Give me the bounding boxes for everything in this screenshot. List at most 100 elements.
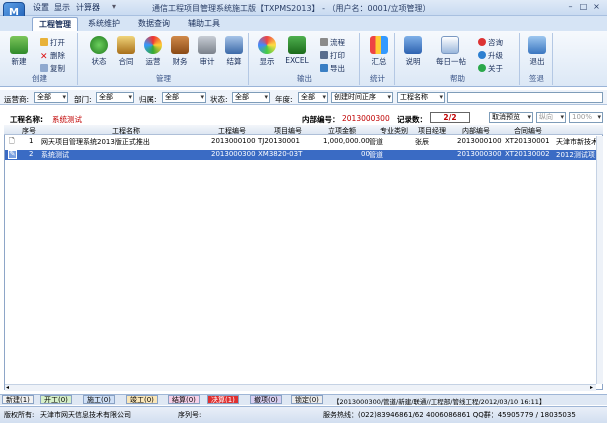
export-button[interactable]: 导出 [320, 63, 345, 74]
project-table [4, 125, 603, 390]
about-info-icon [478, 64, 486, 72]
service-hotline: 服务热线：(022)83946861/62 4006086861 QQ群：459… [323, 411, 576, 419]
status-tab-withdraw[interactable]: 撤项(0) [250, 395, 282, 404]
maximize-button[interactable]: □ [578, 2, 589, 13]
about-button[interactable]: 关于 [478, 63, 503, 74]
contract-button[interactable]: 合同 [115, 36, 137, 67]
status-tab-start[interactable]: 开工(0) [40, 395, 72, 404]
horizontal-scrollbar[interactable] [5, 384, 596, 391]
col-no[interactable]: 序号 [22, 126, 36, 136]
table-row[interactable]: 🗋 1 网天项目管理系统2013版正式推出 2013000100 TJ20130… [5, 137, 602, 147]
dropdown-arrow-icon[interactable]: ▾ [112, 2, 116, 11]
status-tab-new[interactable]: 新建(1) [2, 395, 34, 404]
summary-button[interactable]: 汇总 [368, 36, 390, 67]
col-name[interactable]: 工程名称 [112, 126, 140, 136]
operation-button[interactable]: 运营 [142, 36, 164, 67]
dept-select[interactable]: 全部 [96, 92, 134, 103]
row-name: 系统测试 [41, 151, 69, 159]
daily-tip-button[interactable]: 每日一帖 [436, 36, 466, 67]
col-internal[interactable]: 内部编号 [462, 126, 490, 136]
upgrade-icon [478, 51, 486, 59]
col-contract[interactable]: 合同编号 [514, 126, 542, 136]
row-amount: 1,000,000.00 [323, 137, 370, 145]
settle-calculator-icon [225, 36, 243, 54]
quick-calculator-button[interactable]: 计算器 [76, 2, 100, 13]
record-count-value: 2/2 [430, 112, 470, 123]
col-manager[interactable]: 项目经理 [418, 126, 446, 136]
row-contract: XT20130001 [505, 137, 550, 145]
record-path: 【2013000300/管道/新建/联通//工程部/管线工程/2012/03/1… [333, 398, 546, 406]
flow-button[interactable]: 流程 [320, 37, 345, 48]
col-code[interactable]: 工程编号 [218, 126, 246, 136]
search-field-select[interactable]: 工程名称 [397, 92, 445, 103]
new-label: 新建 [11, 57, 27, 66]
quick-display-button[interactable]: 显示 [54, 2, 70, 13]
company-name: 天津市网天信息技术有限公司 [40, 411, 131, 419]
col-item[interactable]: 项目编号 [274, 126, 302, 136]
close-button[interactable]: × [591, 2, 602, 13]
serial-label: 序列号: [178, 411, 202, 419]
consult-icon [478, 38, 486, 46]
row-manager: 张辰 [415, 138, 429, 146]
status-tab-final-account[interactable]: 决算(1) [207, 395, 239, 404]
row-category: 管道 [369, 151, 383, 159]
scroll-right-icon[interactable]: ▸ [590, 384, 593, 391]
explain-button[interactable]: 说明 [402, 36, 424, 67]
operator-select[interactable]: 全部 [34, 92, 68, 103]
daily-tip-icon [441, 36, 459, 54]
new-button[interactable]: 新建 [8, 36, 30, 67]
manual-book-icon [404, 36, 422, 54]
open-button[interactable]: 打开 [40, 37, 65, 48]
scroll-left-icon[interactable]: ◂ [6, 384, 9, 391]
excel-button[interactable]: EXCEL [284, 36, 310, 65]
finance-button[interactable]: 财务 [169, 36, 191, 67]
display-palette-icon [258, 36, 276, 54]
tab-project-management[interactable]: 工程管理 [32, 17, 78, 31]
row-item: XM3820-03T [258, 150, 303, 158]
state-select[interactable]: 全部 [232, 92, 270, 103]
sort-select[interactable]: 创建时间正序 [331, 92, 393, 103]
vertical-scrollbar[interactable] [596, 136, 603, 384]
status-tab-construction[interactable]: 施工(0) [83, 395, 115, 404]
quick-settings-button[interactable]: 设置 [33, 2, 49, 13]
status-tab-completion[interactable]: 竣工(0) [126, 395, 158, 404]
year-label: 年度: [275, 95, 293, 104]
upgrade-button[interactable]: 升级 [478, 50, 503, 61]
print-button[interactable]: 打印 [320, 50, 345, 61]
search-input[interactable] [447, 92, 603, 103]
table-row-selected[interactable]: ✎ 2 系统测试 2013000300 XM3820-03T 00 管道 201… [5, 150, 602, 160]
cancel-preview-select[interactable]: 取消预览 [489, 112, 533, 123]
delete-button[interactable]: ✕ 删除 [40, 50, 65, 62]
row-item: TJ20130001 [258, 137, 300, 145]
status-tab-settlement[interactable]: 结算(0) [168, 395, 200, 404]
row-code: 2013000300 [211, 150, 256, 158]
tab-data-query[interactable]: 数据查询 [132, 17, 176, 31]
consult-button[interactable]: 咨询 [478, 37, 503, 48]
owner-select[interactable]: 全部 [162, 92, 206, 103]
logout-icon [528, 36, 546, 54]
printer-icon [320, 51, 328, 59]
tab-system-maintenance[interactable]: 系统维护 [82, 17, 126, 31]
year-select[interactable]: 全部 [298, 92, 328, 103]
group-label: 帮助 [450, 74, 465, 83]
document-icon: 🗋 [9, 137, 15, 145]
zoom-select[interactable]: 100% [569, 112, 603, 123]
excel-icon [288, 36, 306, 54]
logout-button[interactable]: 退出 [526, 36, 548, 67]
operator-label: 运营商: [4, 95, 30, 104]
status-tab-locked[interactable]: 锁定(0) [291, 395, 323, 404]
display-button[interactable]: 显示 [256, 36, 278, 67]
audit-button[interactable]: 审计 [196, 36, 218, 67]
status-button[interactable]: 状态 [88, 36, 110, 67]
row-internal: 2013000100 [457, 137, 502, 145]
settle-button[interactable]: 结算 [223, 36, 245, 67]
orientation-select[interactable]: 纵向 [536, 112, 566, 123]
col-category[interactable]: 专业类别 [380, 126, 408, 136]
project-name-value: 系统测试 [52, 115, 82, 124]
copy-button[interactable]: 复制 [40, 63, 65, 74]
tab-auxiliary-tools[interactable]: 辅助工具 [182, 17, 226, 31]
minimize-button[interactable]: – [565, 2, 576, 13]
col-amount[interactable]: 立项金额 [328, 126, 356, 136]
row-category: 管道 [369, 138, 383, 146]
row-client: 2012测试项目 [556, 151, 602, 159]
